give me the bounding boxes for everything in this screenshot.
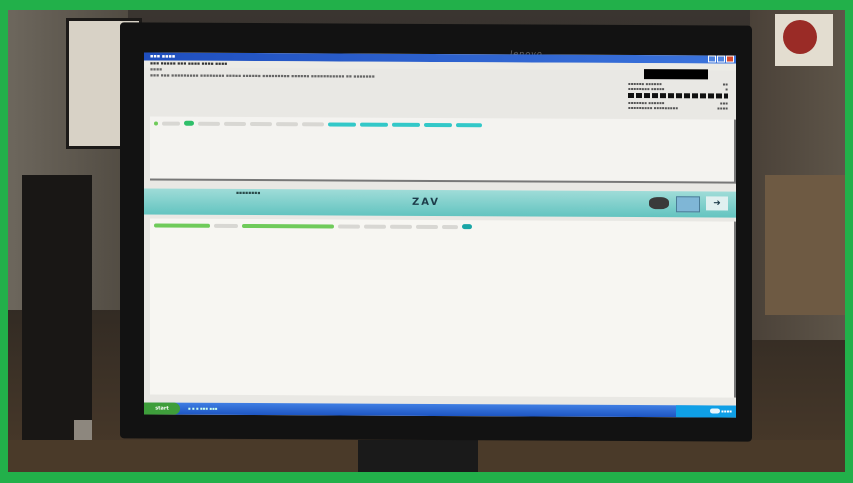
chip[interactable] <box>364 224 386 229</box>
arrow-right-icon[interactable]: ➜ <box>706 196 728 211</box>
tray-icon[interactable] <box>710 408 720 414</box>
lower-chip-row <box>154 223 472 230</box>
info-text-blurred: ▪▪▪▪ ▪▪▪ ▪▪▪ ▪▪▪▪▪▪▪▪▪ ▪▪▪▪▪▪▪▪ ▪▪▪▪▪ ▪▪▪… <box>150 67 375 80</box>
stats-panel: ▪▪▪▪▪▪ ▪▪▪▪▪▪ ▪▪ ▪▪▪▪▪▪▪▪ ▪▪▪▪▪ ▪ ▪▪▪▪▪▪▪ … <box>628 81 728 111</box>
chip[interactable] <box>424 122 452 127</box>
quick-launch-blurred[interactable]: ▪ ▪ ▪ ▪▪▪ ▪▪▪ <box>188 406 217 411</box>
chip[interactable] <box>154 223 210 228</box>
app-ribbon: ▪▪▪▪▪▪▪▪ ZAV ➜ <box>144 188 736 218</box>
start-button[interactable]: start <box>144 402 180 415</box>
chip[interactable] <box>390 224 412 229</box>
window-title-blurred: ▪▪▪ ▪▪▪▪ <box>150 53 176 60</box>
chip[interactable] <box>416 224 438 229</box>
photo-frame: lenovo ▪▪▪ ▪▪▪▪ ▪▪▪ ▪▪▪▪▪ ▪▪▪ ▪▪▪▪ ▪▪▪▪ … <box>8 10 845 472</box>
minimize-icon[interactable] <box>708 55 716 63</box>
taskbar: start ▪ ▪ ▪ ▪▪▪ ▪▪▪ ▪▪▪▪ <box>144 402 736 418</box>
chip[interactable] <box>198 121 220 126</box>
redacted-box <box>644 69 708 80</box>
framed-poster-right <box>775 14 833 66</box>
monitor: lenovo ▪▪▪ ▪▪▪▪ ▪▪▪ ▪▪▪▪▪ ▪▪▪ ▪▪▪▪ ▪▪▪▪ … <box>120 22 752 442</box>
screen: ▪▪▪ ▪▪▪▪ ▪▪▪ ▪▪▪▪▪ ▪▪▪ ▪▪▪▪ ▪▪▪▪ ▪▪▪▪ ▪▪… <box>144 52 736 418</box>
chip[interactable] <box>214 223 238 228</box>
chip[interactable] <box>392 122 420 127</box>
ribbon-label-blurred: ▪▪▪▪▪▪▪▪ <box>236 190 261 197</box>
close-icon[interactable] <box>726 55 734 63</box>
app-title: ZAV <box>412 196 441 209</box>
monitor-stand <box>358 440 478 472</box>
progress-dashes <box>628 93 728 99</box>
chip[interactable] <box>242 223 334 228</box>
chip[interactable] <box>328 121 356 127</box>
upper-panel[interactable] <box>150 116 736 184</box>
maximize-icon[interactable] <box>717 55 725 63</box>
toggle-switch[interactable] <box>184 120 194 126</box>
toggle-switch[interactable] <box>462 224 472 230</box>
network-card-icon[interactable] <box>649 197 669 210</box>
window-controls <box>708 55 734 63</box>
chip[interactable] <box>250 121 272 126</box>
chip[interactable] <box>456 122 482 127</box>
keyboard-icon[interactable] <box>676 196 700 213</box>
chip[interactable] <box>162 121 180 126</box>
chip[interactable] <box>302 121 324 126</box>
upper-chip-row <box>154 120 482 128</box>
lower-panel[interactable] <box>150 218 736 398</box>
system-tray: ▪▪▪▪ <box>676 405 736 418</box>
shelf-right <box>765 175 845 315</box>
chip[interactable] <box>276 121 298 126</box>
chip[interactable] <box>154 121 158 126</box>
chip[interactable] <box>442 224 458 229</box>
chip[interactable] <box>224 121 246 126</box>
chip[interactable] <box>338 223 360 229</box>
chip[interactable] <box>360 122 388 127</box>
